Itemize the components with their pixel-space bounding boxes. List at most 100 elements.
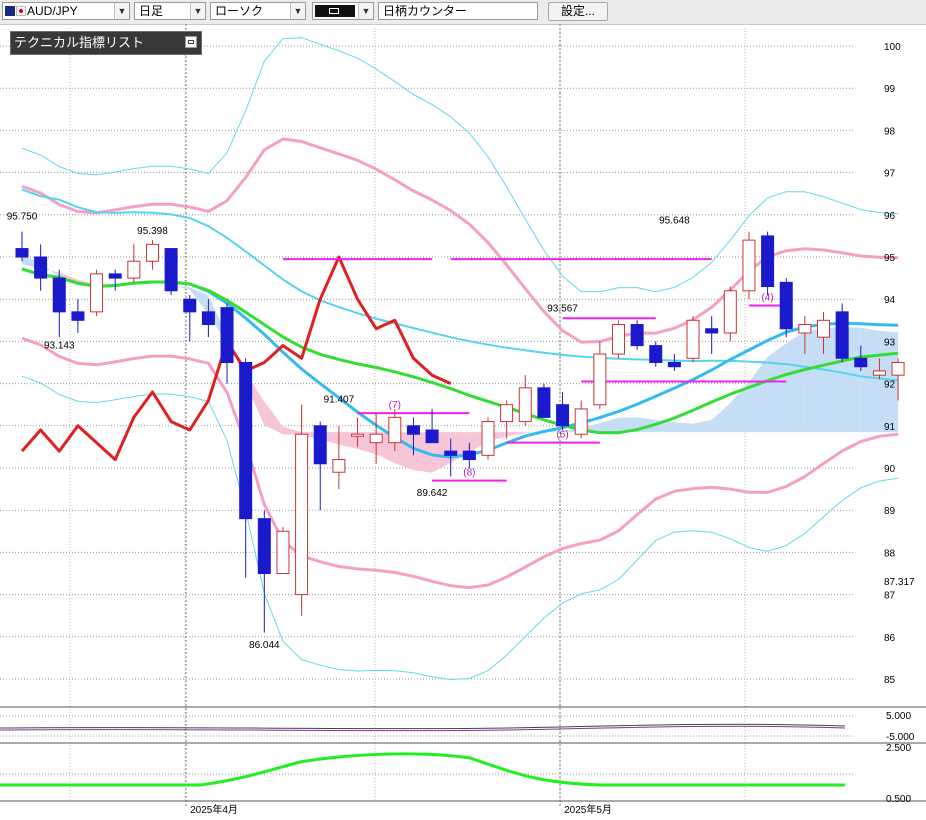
- symbol-select[interactable]: AUD/JPY ▼: [2, 2, 130, 20]
- candle: [518, 375, 532, 426]
- candle: [481, 417, 495, 460]
- cloud-segment: [786, 331, 805, 433]
- candle-body: [15, 248, 29, 258]
- candle: [164, 248, 178, 295]
- chevron-down-icon: ▼: [358, 3, 373, 19]
- sub2-tick-label: 2.500: [886, 743, 911, 754]
- candle: [835, 303, 849, 363]
- candle: [295, 404, 309, 616]
- indicator-list-panel[interactable]: テクニカル指標リスト: [10, 31, 202, 55]
- price-annotation: 89.642: [417, 488, 448, 499]
- candle: [276, 527, 290, 574]
- candle-body: [444, 450, 458, 456]
- candle-body: [52, 277, 66, 313]
- candle: [220, 303, 234, 384]
- candle: [723, 286, 737, 342]
- cloud-segment: [599, 417, 619, 433]
- timeframe-select[interactable]: 日足 ▼: [134, 2, 206, 20]
- candle: [145, 240, 159, 270]
- price-tick-label: 93: [884, 337, 896, 348]
- current-price-label: 87.317: [884, 577, 915, 588]
- candle: [593, 341, 607, 409]
- chart-type-label: ローソク: [215, 4, 264, 18]
- candle-body: [723, 290, 737, 334]
- candle-body: [239, 362, 253, 520]
- candle-body: [332, 459, 346, 473]
- candle: [15, 231, 29, 262]
- candle-body: [201, 311, 215, 326]
- candle-body: [891, 362, 905, 376]
- price-annotation: 95.648: [659, 216, 690, 227]
- candle: [90, 269, 104, 317]
- sub-tick-label: -5.000: [886, 732, 915, 743]
- chart-type-select[interactable]: ローソク ▼: [210, 2, 306, 20]
- candle-body: [537, 387, 551, 418]
- price-annotation: 95.398: [137, 226, 168, 237]
- candle-body: [817, 319, 831, 338]
- sub-indicator-panels: 5.000 -5.0002.500 0.500 2025年4月 2025年5月: [0, 706, 926, 816]
- candle-body: [518, 387, 532, 423]
- candle: [667, 354, 681, 371]
- symbol-counter-field[interactable]: 日柄カウンター: [378, 2, 538, 20]
- candle-body: [34, 256, 48, 279]
- restore-icon[interactable]: [185, 36, 197, 48]
- candle: [108, 269, 122, 291]
- toolbar: AUD/JPY ▼ 日足 ▼ ローソク ▼ ▼ 日柄カウンター 設定...: [0, 0, 926, 25]
- settings-button[interactable]: 設定...: [548, 2, 608, 21]
- candle-style-select[interactable]: ▼: [312, 2, 374, 20]
- candle-body: [145, 243, 159, 262]
- candle-body: [257, 518, 271, 575]
- cloud-segment: [767, 343, 787, 433]
- candle: [705, 316, 719, 355]
- candle: [71, 299, 85, 333]
- chevron-down-icon: ▼: [190, 3, 205, 19]
- candle: [649, 341, 663, 367]
- candle-body: [481, 421, 495, 456]
- chevron-down-icon: ▼: [114, 3, 129, 19]
- date-label: 2025年5月: [564, 803, 612, 816]
- candle: [686, 316, 700, 363]
- price-tick-label: 100: [884, 42, 901, 53]
- sub-tick-label: 5.000: [886, 711, 911, 722]
- price-tick-label: 98: [884, 126, 896, 137]
- candle-body: [835, 311, 849, 359]
- candle-body: [630, 324, 644, 347]
- candle-body: [779, 281, 793, 330]
- candle-body: [667, 362, 681, 368]
- cloud-segment: [264, 401, 283, 435]
- aud-flag-icon: [5, 6, 15, 16]
- price-tick-label: 95: [884, 253, 896, 264]
- candle-body: [686, 319, 700, 359]
- candle-body: [574, 408, 588, 435]
- candle-body: [798, 324, 812, 334]
- candle: [52, 269, 66, 338]
- candle-body: [108, 273, 122, 279]
- date-label: 2025年4月: [190, 803, 238, 816]
- price-tick-label: 89: [884, 506, 896, 517]
- symbol-label: AUD/JPY: [27, 4, 78, 18]
- candle-body: [351, 433, 365, 437]
- cloud-segment: [674, 422, 694, 433]
- cloud-segment: [804, 328, 824, 433]
- candle-body: [183, 298, 197, 313]
- price-chart[interactable]: (7)(8)(6)(4) 95.75095.39893.14386.04491.…: [0, 24, 926, 820]
- candle: [556, 392, 570, 431]
- candle: [239, 358, 253, 578]
- rci-line: [20, 255, 452, 462]
- candle-body: [90, 273, 104, 313]
- price-tick-label: 97: [884, 169, 896, 180]
- candle-body: [500, 404, 514, 423]
- candle-body: [761, 235, 775, 288]
- candle-body: [611, 324, 625, 355]
- candle-body: [164, 248, 178, 292]
- candle-body: [276, 530, 290, 574]
- candle-body: [556, 404, 570, 427]
- candle: [761, 231, 775, 295]
- candle-body: [313, 425, 327, 465]
- candle: [127, 244, 141, 283]
- price-annotation: 91.407: [324, 394, 355, 405]
- candle-body: [462, 450, 476, 461]
- candle-body: [593, 353, 607, 406]
- price-annotation: 86.044: [249, 640, 280, 651]
- candle: [313, 421, 327, 511]
